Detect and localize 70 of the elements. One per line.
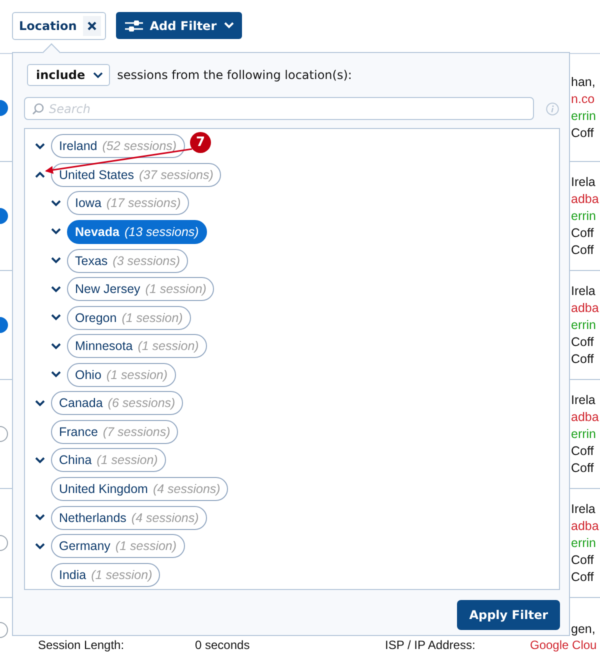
- cell-text: Coff: [571, 334, 595, 350]
- cell-text: Coff: [571, 242, 595, 258]
- instruction-text: sessions from the following location(s):: [117, 68, 352, 82]
- cell-text: Coff: [571, 568, 595, 586]
- location-pill[interactable]: Minnesota (1 session): [67, 334, 207, 358]
- chevron-down-icon[interactable]: [51, 228, 61, 236]
- location-pill[interactable]: India (1 session): [51, 562, 160, 587]
- cell-text: n.co: [571, 90, 596, 108]
- location-pill[interactable]: Germany (1 session): [51, 534, 185, 558]
- location-pill[interactable]: Canada (6 sessions): [51, 391, 184, 416]
- cell-text: gen,: [571, 621, 596, 638]
- cell-text: Irela: [571, 500, 596, 518]
- close-button[interactable]: [82, 16, 101, 36]
- cell-text: Coff: [571, 224, 595, 242]
- add-filter-button[interactable]: Add Filter: [116, 12, 242, 39]
- cell-text: Irela: [571, 174, 596, 190]
- location-pill[interactable]: Netherlands (4 sessions): [51, 506, 207, 530]
- cell-text: adba: [571, 518, 599, 534]
- location-pill[interactable]: Iowa (17 sessions): [67, 191, 189, 216]
- location-pill[interactable]: New Jersey (1 session): [67, 277, 214, 302]
- chevron-down-icon[interactable]: [35, 456, 45, 464]
- chevron-down-icon[interactable]: [51, 342, 61, 350]
- cell-text: errin: [571, 534, 598, 552]
- cell-text: 0 seconds: [195, 638, 251, 652]
- chevron-down-icon[interactable]: [35, 400, 45, 407]
- close-icon: [86, 21, 97, 31]
- cell-text: Coff: [571, 552, 595, 568]
- chevron-down-icon: [224, 22, 234, 29]
- cell-text: Session Length:: [38, 638, 126, 652]
- search-icon: [32, 103, 44, 115]
- location-pill[interactable]: United States (37 sessions): [51, 162, 222, 187]
- apply-filter-button[interactable]: Apply Filter: [457, 600, 560, 630]
- cell-text: Google Clou: [530, 638, 597, 652]
- location-pill[interactable]: Nevada (13 sessions): [67, 220, 207, 244]
- location-pill[interactable]: Texas (3 sessions): [67, 248, 188, 273]
- cell-text: Irela: [571, 282, 596, 300]
- cell-text: Coff: [571, 442, 595, 460]
- cell-text: errin: [571, 316, 598, 334]
- sliders-icon: [124, 18, 143, 32]
- chevron-down-icon[interactable]: [35, 542, 45, 550]
- location-pill[interactable]: China (1 session): [51, 448, 166, 472]
- chevron-up-icon[interactable]: [35, 171, 45, 178]
- chevron-down-icon[interactable]: [51, 371, 61, 378]
- cell-text: Irela: [571, 392, 596, 408]
- location-pill[interactable]: Ohio (1 session): [67, 362, 176, 387]
- filter-chip[interactable]: Location: [12, 12, 106, 40]
- cell-text: errin: [571, 208, 598, 224]
- chevron-down-icon[interactable]: [51, 314, 61, 322]
- chevron-down-icon[interactable]: [51, 286, 61, 293]
- cell-text: Coff: [571, 350, 595, 368]
- chevron-down-icon[interactable]: [35, 514, 45, 522]
- cell-text: errin: [571, 108, 596, 124]
- chevron-down-icon[interactable]: [35, 142, 45, 150]
- location-pill[interactable]: Ireland (52 sessions): [51, 134, 185, 158]
- cell-text: Coff: [571, 124, 595, 142]
- cell-text: adba: [571, 408, 599, 426]
- location-pill[interactable]: Oregon (1 session): [67, 306, 191, 330]
- chevron-down-icon: [93, 72, 104, 78]
- cell-text: han,: [571, 74, 596, 90]
- cell-text: adba: [571, 300, 599, 316]
- cell-text: Coff: [571, 460, 595, 476]
- cell-text: ISP / IP Address:: [385, 638, 476, 652]
- search-field[interactable]: Search: [24, 97, 534, 120]
- include-dropdown[interactable]: include: [27, 64, 110, 86]
- cell-text: adba: [571, 190, 599, 208]
- location-pill[interactable]: France (7 sessions): [51, 420, 178, 444]
- chevron-down-icon[interactable]: [51, 200, 61, 207]
- chevron-down-icon[interactable]: [51, 257, 61, 264]
- location-pill[interactable]: United Kingdom (4 sessions): [51, 477, 228, 502]
- cell-text: errin: [571, 426, 598, 442]
